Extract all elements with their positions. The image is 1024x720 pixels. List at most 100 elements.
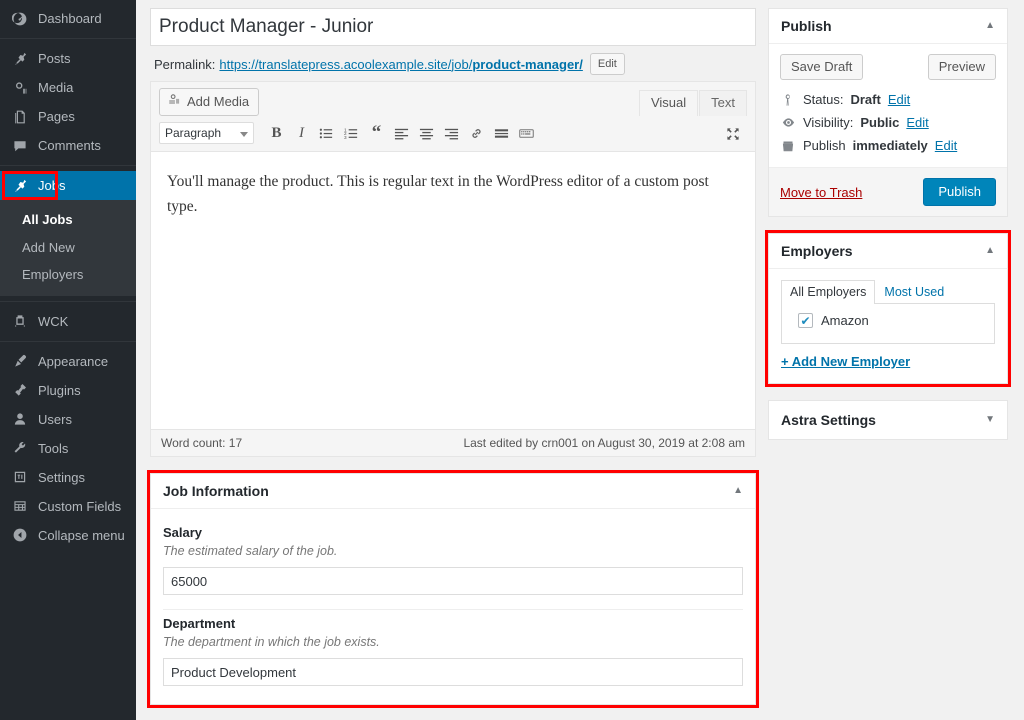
sidebar-item-label: Media bbox=[38, 81, 73, 94]
sidebar-item-label: Custom Fields bbox=[38, 500, 121, 513]
visibility-row: Visibility: Public Edit bbox=[780, 111, 996, 134]
tab-visual[interactable]: Visual bbox=[639, 90, 698, 116]
permalink-url[interactable]: https://translatepress.acoolexample.site… bbox=[219, 57, 582, 72]
sidebar-item-jobs[interactable]: Jobs bbox=[0, 171, 136, 200]
sidebar-divider bbox=[0, 301, 136, 302]
bulleted-list-icon[interactable] bbox=[314, 121, 339, 145]
chevron-up-icon[interactable]: ▲ bbox=[733, 486, 743, 496]
chevron-down-icon[interactable]: ▼ bbox=[985, 415, 995, 425]
sidebar-item-label: Jobs bbox=[38, 179, 65, 192]
edit-visibility-button[interactable]: Edit bbox=[906, 115, 928, 130]
sidebar-item-label: Appearance bbox=[38, 355, 108, 368]
sidebar-item-label: Pages bbox=[38, 110, 75, 123]
tab-most-used[interactable]: Most Used bbox=[875, 280, 953, 304]
move-to-trash-link[interactable]: Move to Trash bbox=[780, 185, 862, 200]
sidebar-item-custom-fields[interactable]: Custom Fields bbox=[0, 492, 136, 521]
paragraph-format-select-wrap: Paragraph bbox=[159, 122, 264, 144]
sidebar-item-settings[interactable]: Settings bbox=[0, 463, 136, 492]
employer-term-amazon[interactable]: ✔ Amazon bbox=[792, 313, 984, 328]
sidebar-item-label: Collapse menu bbox=[38, 529, 125, 542]
employers-add-row: + Add New Employer bbox=[781, 344, 995, 369]
bold-icon[interactable]: B bbox=[264, 121, 289, 145]
submenu-item-employers[interactable]: Employers bbox=[0, 261, 136, 289]
add-media-label: Add Media bbox=[187, 93, 249, 111]
editor-status-bar: Word count: 17 Last edited by crn001 on … bbox=[151, 430, 755, 456]
main-column: Permalink: https://translatepress.acoole… bbox=[150, 8, 756, 720]
add-new-employer-link[interactable]: + Add New Employer bbox=[781, 354, 910, 369]
paragraph-format-select[interactable]: Paragraph bbox=[159, 122, 254, 144]
department-description: The department in which the job exists. bbox=[163, 635, 743, 649]
sidebar-item-media[interactable]: Media bbox=[0, 73, 136, 102]
sidebar-item-collapse-menu[interactable]: Collapse menu bbox=[0, 521, 136, 550]
edit-permalink-button[interactable]: Edit bbox=[590, 53, 625, 75]
save-draft-button[interactable]: Save Draft bbox=[780, 54, 863, 80]
salary-input[interactable] bbox=[163, 567, 743, 595]
edit-publish-date-button[interactable]: Edit bbox=[935, 138, 957, 153]
employers-tabs: All Employers Most Used bbox=[781, 279, 995, 304]
chevron-up-icon[interactable]: ▲ bbox=[985, 21, 995, 31]
salary-description: The estimated salary of the job. bbox=[163, 544, 743, 558]
publish-actions: Save Draft Preview bbox=[769, 44, 1007, 88]
salary-label: Salary bbox=[163, 525, 743, 540]
department-field-group: Department The department in which the j… bbox=[163, 610, 743, 690]
admin-sidebar: Dashboard Posts Media Pages Commen bbox=[0, 0, 136, 720]
fullscreen-icon[interactable] bbox=[720, 122, 745, 146]
media-icon bbox=[11, 79, 29, 97]
editor-content-area[interactable]: You'll manage the product. This is regul… bbox=[151, 152, 755, 430]
publish-footer: Move to Trash Publish bbox=[769, 167, 1007, 216]
job-information-title: Job Information bbox=[163, 483, 269, 499]
submenu-item-add-new[interactable]: Add New bbox=[0, 234, 136, 262]
post-title-input[interactable] bbox=[150, 8, 756, 46]
add-media-button[interactable]: Add Media bbox=[159, 88, 259, 116]
sidebar-item-pages[interactable]: Pages bbox=[0, 102, 136, 131]
read-more-icon[interactable] bbox=[489, 121, 514, 145]
publish-button[interactable]: Publish bbox=[923, 178, 996, 206]
sidebar-item-wck[interactable]: WCK bbox=[0, 307, 136, 336]
svg-text:3: 3 bbox=[344, 135, 347, 140]
submenu-item-all-jobs[interactable]: All Jobs bbox=[0, 206, 136, 234]
marker-icon bbox=[780, 93, 796, 107]
permalink-label: Permalink: bbox=[154, 57, 215, 72]
sidebar-item-comments[interactable]: Comments bbox=[0, 131, 136, 160]
publish-title: Publish bbox=[781, 18, 832, 34]
wrench-icon bbox=[11, 439, 29, 457]
add-media-icon bbox=[167, 92, 182, 112]
department-input[interactable] bbox=[163, 658, 743, 686]
sidebar-item-label: Settings bbox=[38, 471, 85, 484]
sidebar-item-appearance[interactable]: Appearance bbox=[0, 347, 136, 376]
sidebar-item-users[interactable]: Users bbox=[0, 405, 136, 434]
employers-body: All Employers Most Used ✔ Amazon + Add N… bbox=[769, 269, 1007, 383]
preview-button[interactable]: Preview bbox=[928, 54, 996, 80]
numbered-list-icon[interactable]: 123 bbox=[339, 121, 364, 145]
edit-status-button[interactable]: Edit bbox=[888, 92, 910, 107]
sidebar-item-plugins[interactable]: Plugins bbox=[0, 376, 136, 405]
publish-misc-actions: Status: Draft Edit Visibility: Public Ed… bbox=[769, 88, 1007, 167]
last-edited: Last edited by crn001 on August 30, 2019… bbox=[463, 436, 745, 450]
word-count: Word count: 17 bbox=[161, 436, 242, 450]
align-right-icon[interactable] bbox=[439, 121, 464, 145]
sidebar-divider bbox=[0, 341, 136, 342]
status-value: Draft bbox=[850, 92, 880, 107]
sidebar-divider bbox=[0, 165, 136, 166]
blockquote-icon[interactable]: “ bbox=[364, 121, 389, 145]
dashboard-icon bbox=[11, 10, 29, 28]
chevron-up-icon[interactable]: ▲ bbox=[985, 246, 995, 256]
tab-all-employers[interactable]: All Employers bbox=[781, 280, 875, 304]
sidebar-divider bbox=[0, 38, 136, 39]
checkbox-checked-icon[interactable]: ✔ bbox=[798, 313, 813, 328]
align-left-icon[interactable] bbox=[389, 121, 414, 145]
toolbar-toggle-icon[interactable] bbox=[514, 121, 539, 145]
sidebar-item-dashboard[interactable]: Dashboard bbox=[0, 4, 136, 33]
astra-settings-metabox[interactable]: Astra Settings ▼ bbox=[768, 400, 1008, 440]
sidebar-item-tools[interactable]: Tools bbox=[0, 434, 136, 463]
italic-icon[interactable]: I bbox=[289, 121, 314, 145]
link-icon[interactable] bbox=[464, 121, 489, 145]
pin-icon bbox=[11, 50, 29, 68]
wck-icon bbox=[11, 312, 29, 330]
tab-text[interactable]: Text bbox=[699, 90, 747, 116]
align-center-icon[interactable] bbox=[414, 121, 439, 145]
sidebar-item-label: Dashboard bbox=[38, 12, 102, 25]
post-editor: Add Media Visual Text Paragraph B I bbox=[150, 81, 756, 457]
sidebar-item-posts[interactable]: Posts bbox=[0, 44, 136, 73]
editor-paragraph: You'll manage the product. This is regul… bbox=[167, 170, 739, 220]
